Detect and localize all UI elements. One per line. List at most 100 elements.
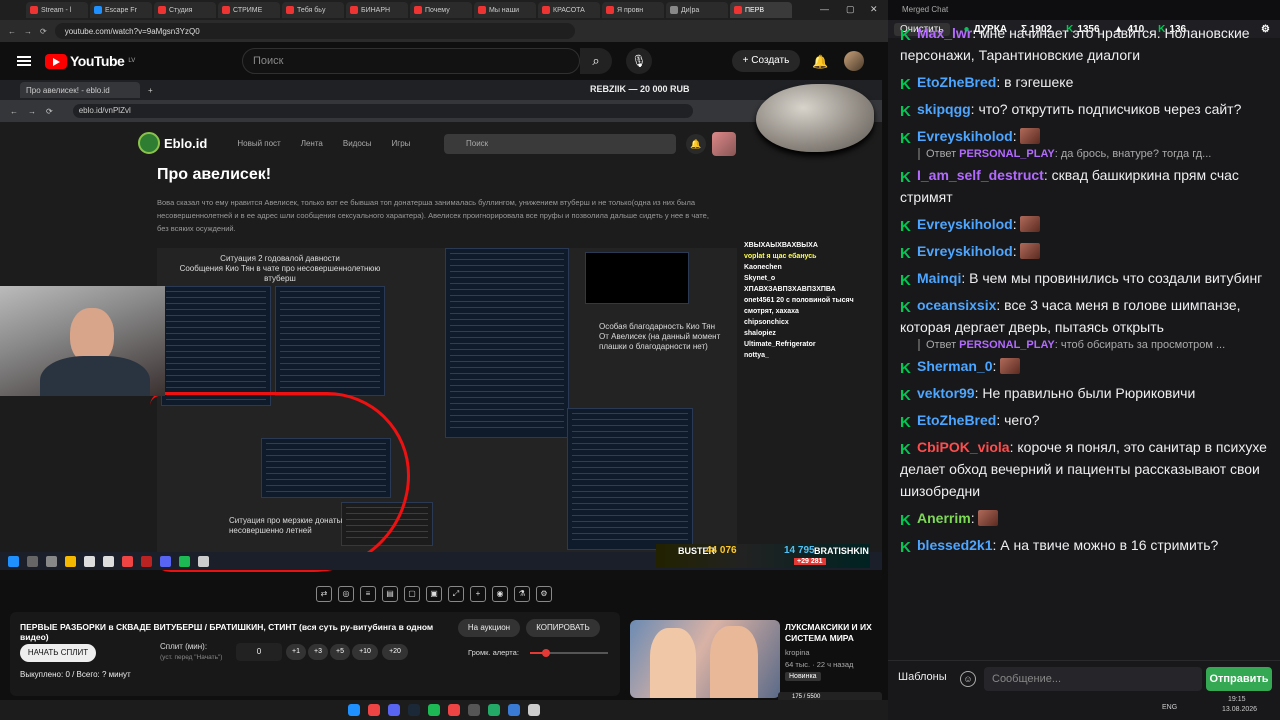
browser-tab[interactable]: Escape Fr	[90, 2, 152, 18]
chat-username[interactable]: skipqgg	[917, 101, 971, 117]
app-icon[interactable]	[468, 704, 480, 716]
menu-icon[interactable]	[17, 56, 31, 66]
steam-icon[interactable]	[408, 704, 420, 716]
chat-username[interactable]: Max_lwr	[917, 25, 972, 41]
increment-3-button[interactable]: +3	[308, 644, 328, 660]
new-tab-icon[interactable]: +	[148, 86, 153, 95]
chat-username[interactable]: vektor99	[917, 385, 975, 401]
site-search-input[interactable]: Поиск	[444, 134, 676, 154]
site-avatar[interactable]	[712, 132, 736, 156]
back-icon[interactable]: ←	[10, 107, 18, 116]
maximize-icon[interactable]: ▢	[846, 4, 855, 15]
reload-icon[interactable]: ⟳	[46, 107, 53, 116]
spotify-icon[interactable]	[179, 555, 190, 567]
discord-icon[interactable]	[388, 704, 400, 716]
templates-button[interactable]: Шаблоны	[898, 671, 947, 683]
search-button[interactable]: ⌕	[580, 48, 612, 74]
avatar[interactable]	[844, 51, 864, 71]
chat-username[interactable]: EtoZheBred	[917, 412, 996, 428]
chat-username[interactable]: blessed2k1	[917, 537, 993, 553]
browser-tab[interactable]: Stream - l	[26, 2, 88, 18]
nav-videos[interactable]: Видосы	[343, 139, 372, 148]
increment-10-button[interactable]: +10	[352, 644, 378, 660]
discord-icon[interactable]	[160, 555, 171, 567]
browser-tab[interactable]: Ди|ра	[666, 2, 728, 18]
auction-button[interactable]: На аукцион	[458, 619, 520, 637]
nav-games[interactable]: Игры	[392, 139, 411, 148]
back-icon[interactable]: ←	[8, 27, 16, 36]
start-icon[interactable]	[8, 555, 19, 567]
app-icon[interactable]	[528, 704, 540, 716]
site-bell-icon[interactable]: 🔔	[686, 134, 706, 154]
site-logo[interactable]: Eblo.id	[138, 132, 207, 154]
inner-url[interactable]: eblo.id/vnPlZvl	[72, 104, 693, 118]
chat-username[interactable]: Evreyskiholod	[917, 216, 1013, 232]
loop-icon[interactable]: ⇄	[316, 586, 332, 602]
browser-tab[interactable]: БИНАРН	[346, 2, 408, 18]
notifications-icon[interactable]: 🔔	[812, 54, 828, 70]
browser-tab[interactable]: Тебя бьу	[282, 2, 344, 18]
url-field[interactable]: youtube.com/watch?v=9aMgsn3YzQ0	[54, 23, 575, 39]
video-player[interactable]: Про авелисек! - eblo.id + REBZIIK — 20 0…	[0, 80, 882, 580]
browser-tab[interactable]: Почему	[410, 2, 472, 18]
picture-icon[interactable]: ▣	[426, 586, 442, 602]
playlist-icon[interactable]: ≡	[360, 586, 376, 602]
increment-5-button[interactable]: +5	[330, 644, 350, 660]
split-input[interactable]: 0	[236, 643, 282, 661]
recommended-video[interactable]: ЛУКСМАКСИКИ И ИХ СИСТЕМА МИРА kropina 64…	[630, 620, 882, 698]
chat-username[interactable]: Evreyskiholod	[917, 243, 1013, 259]
chat-username[interactable]: EtoZheBred	[917, 74, 996, 90]
app-icon[interactable]	[488, 704, 500, 716]
chat-username[interactable]: CbiPOK_viola	[917, 439, 1010, 455]
app-icon[interactable]	[103, 555, 114, 567]
search-input[interactable]: Поиск	[242, 48, 580, 74]
browser-tab[interactable]: Мы наши	[474, 2, 536, 18]
channel-name[interactable]: kropina	[785, 648, 810, 657]
chrome-icon[interactable]	[448, 704, 460, 716]
browser-tab[interactable]: ПЕРВ	[730, 2, 792, 18]
frame-icon[interactable]: ▢	[404, 586, 420, 602]
app-icon[interactable]	[84, 555, 95, 567]
increment-20-button[interactable]: +20	[382, 644, 408, 660]
start-split-button[interactable]: НАЧАТЬ СПЛИТ	[20, 644, 96, 662]
chrome-icon[interactable]	[368, 704, 380, 716]
app-icon[interactable]	[508, 704, 520, 716]
browser-tab[interactable]: Я провн	[602, 2, 664, 18]
chat-username[interactable]: Sherman_0	[917, 358, 992, 374]
start-icon[interactable]	[348, 704, 360, 716]
video-thumbnail[interactable]	[630, 620, 780, 698]
minimize-icon[interactable]: —	[820, 4, 829, 14]
increment-1-button[interactable]: +1	[286, 644, 306, 660]
flask-icon[interactable]: ⚗	[514, 586, 530, 602]
browser-tab[interactable]: Студия	[154, 2, 216, 18]
app-icon[interactable]	[46, 555, 57, 567]
fullscreen-icon[interactable]: ⤢	[448, 586, 464, 602]
emoji-icon[interactable]: ☺	[960, 671, 976, 687]
send-button[interactable]: Отправить	[1206, 667, 1272, 691]
inner-tab[interactable]: Про авелисек! - eblo.id	[20, 82, 140, 98]
chat-username[interactable]: Evreyskiholod	[917, 128, 1013, 144]
chat-username[interactable]: I_am_self_destruct	[917, 167, 1044, 183]
copy-button[interactable]: КОПИРОВАТЬ	[526, 619, 600, 637]
browser-tab[interactable]: СТРИМЕ	[218, 2, 280, 18]
clapper-icon[interactable]: ▤	[382, 586, 398, 602]
lang-indicator[interactable]: ENG	[1162, 704, 1177, 711]
folder-icon[interactable]	[65, 555, 76, 567]
forward-icon[interactable]: →	[28, 107, 36, 116]
chat-username[interactable]: Anerrim	[917, 510, 971, 526]
recommended-title[interactable]: ЛУКСМАКСИКИ И ИХ СИСТЕМА МИРА	[785, 622, 880, 644]
add-icon[interactable]: +	[470, 586, 486, 602]
spotify-icon[interactable]	[428, 704, 440, 716]
create-button[interactable]: + Создать	[732, 50, 800, 72]
nav-new-post[interactable]: Новый пост	[237, 139, 280, 148]
app-icon[interactable]	[141, 555, 152, 567]
broadcast-icon[interactable]: ◎	[338, 586, 354, 602]
nav-feed[interactable]: Лента	[301, 139, 323, 148]
chrome-icon[interactable]	[122, 555, 133, 567]
search-icon[interactable]	[27, 555, 38, 567]
chat-username[interactable]: Mainqi	[917, 270, 961, 286]
message-input[interactable]: Сообщение...	[984, 667, 1202, 691]
mic-icon[interactable]: 🎙	[626, 48, 652, 74]
reload-icon[interactable]: ⟳	[40, 27, 47, 36]
close-icon[interactable]: ✕	[870, 4, 878, 15]
